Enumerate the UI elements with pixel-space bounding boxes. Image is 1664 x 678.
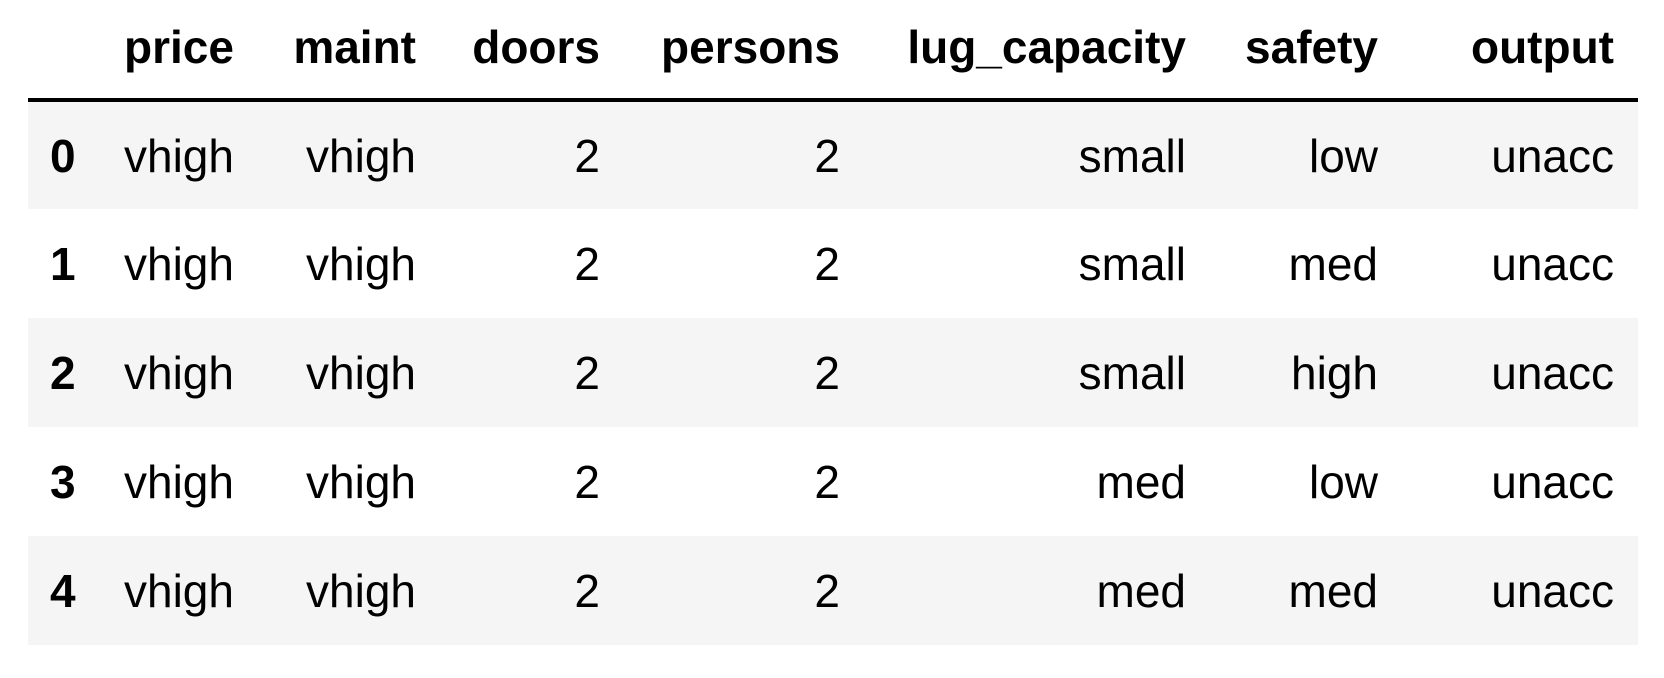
cell-lug-capacity: med	[1096, 455, 1186, 508]
cell-safety: low	[1308, 455, 1378, 508]
row-index: 1	[50, 237, 76, 290]
table-row: 2 vhigh vhigh 2 2 small high unacc	[28, 318, 1638, 427]
table-row: 1 vhigh vhigh 2 2 small med unacc	[28, 209, 1638, 318]
cell-maint: vhigh	[306, 129, 416, 182]
cell-lug-capacity: small	[1078, 346, 1186, 399]
column-header-price: price	[100, 0, 258, 102]
cell-price: vhigh	[124, 237, 234, 290]
cell-safety: high	[1291, 346, 1378, 399]
cell-persons: 2	[814, 237, 840, 290]
table-row: 3 vhigh vhigh 2 2 med low unacc	[28, 427, 1638, 536]
cell-maint: vhigh	[306, 455, 416, 508]
table-header: price maint doors persons lug_capacity s…	[28, 0, 1638, 102]
column-header-persons: persons	[624, 0, 864, 102]
cell-output: unacc	[1491, 564, 1614, 617]
dataframe-table: price maint doors persons lug_capacity s…	[28, 0, 1638, 645]
cell-safety: med	[1288, 237, 1378, 290]
row-index: 3	[50, 455, 76, 508]
dataframe-output: price maint doors persons lug_capacity s…	[28, 0, 1638, 645]
column-header-lug-capacity: lug_capacity	[864, 0, 1210, 102]
cell-doors: 2	[574, 346, 600, 399]
cell-lug-capacity: small	[1078, 129, 1186, 182]
index-header	[28, 0, 100, 102]
cell-persons: 2	[814, 564, 840, 617]
cell-persons: 2	[814, 346, 840, 399]
cell-doors: 2	[574, 129, 600, 182]
cell-output: unacc	[1491, 346, 1614, 399]
cell-doors: 2	[574, 455, 600, 508]
table-row: 0 vhigh vhigh 2 2 small low unacc	[28, 100, 1638, 209]
cell-persons: 2	[814, 129, 840, 182]
cell-doors: 2	[574, 564, 600, 617]
header-row: price maint doors persons lug_capacity s…	[28, 0, 1638, 102]
cell-safety: med	[1288, 564, 1378, 617]
cell-output: unacc	[1491, 455, 1614, 508]
cell-lug-capacity: small	[1078, 237, 1186, 290]
cell-price: vhigh	[124, 346, 234, 399]
row-index: 2	[50, 346, 76, 399]
cell-output: unacc	[1491, 237, 1614, 290]
cell-maint: vhigh	[306, 237, 416, 290]
column-header-safety: safety	[1210, 0, 1402, 102]
cell-maint: vhigh	[306, 564, 416, 617]
cell-price: vhigh	[124, 564, 234, 617]
table-row: 4 vhigh vhigh 2 2 med med unacc	[28, 536, 1638, 645]
column-header-maint: maint	[258, 0, 440, 102]
cell-doors: 2	[574, 237, 600, 290]
cell-price: vhigh	[124, 455, 234, 508]
cell-persons: 2	[814, 455, 840, 508]
cell-output: unacc	[1491, 129, 1614, 182]
table-body: 0 vhigh vhigh 2 2 small low unacc 1 vhig…	[28, 100, 1638, 645]
column-header-doors: doors	[440, 0, 624, 102]
row-index: 4	[50, 564, 76, 617]
cell-maint: vhigh	[306, 346, 416, 399]
row-index: 0	[50, 129, 76, 182]
cell-price: vhigh	[124, 129, 234, 182]
column-header-output: output	[1402, 0, 1638, 102]
cell-lug-capacity: med	[1096, 564, 1186, 617]
cell-safety: low	[1308, 129, 1378, 182]
